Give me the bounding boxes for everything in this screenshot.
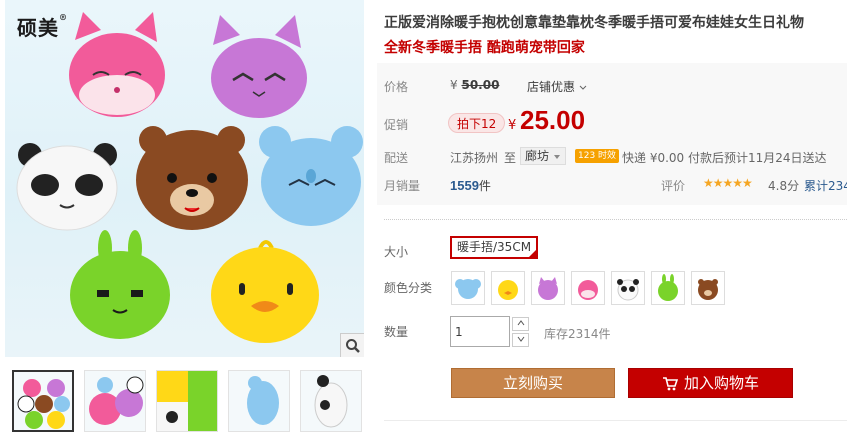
divider: [384, 219, 847, 220]
color-swatch-chick[interactable]: [491, 271, 525, 305]
thumbnail-1[interactable]: [12, 370, 74, 432]
shipping-label: 配送: [384, 151, 409, 165]
chevron-down-icon: [579, 85, 587, 90]
cart-icon: [662, 377, 679, 391]
main-product-image[interactable]: 硕美®: [5, 0, 364, 357]
original-price: ¥ 50.00: [450, 78, 500, 92]
currency-symbol: ¥: [508, 118, 517, 133]
color-swatch-green-rabbit[interactable]: [651, 271, 685, 305]
green-rabbit-plush: [70, 230, 170, 339]
quantity-increase-button[interactable]: [512, 317, 529, 331]
express-badge: 123 时效: [575, 149, 620, 163]
product-subtitle: 全新冬季暖手捂 酷跑萌宠带回家: [384, 40, 585, 56]
blue-mouse-plush: [259, 126, 363, 226]
color-label: 颜色分类: [384, 281, 433, 295]
thumbnail-2[interactable]: [84, 370, 146, 432]
color-swatch-purple-cat[interactable]: [531, 271, 565, 305]
color-swatch-pink-fox[interactable]: [571, 271, 605, 305]
chevron-down-icon: [553, 155, 560, 159]
yellow-chick-plush: [211, 240, 319, 343]
bottom-divider: [384, 420, 847, 421]
promo-price: 25.00: [520, 105, 586, 135]
promo-tag: 拍下12: [448, 113, 506, 133]
chevron-up-icon: [517, 320, 524, 326]
price-label: 价格: [384, 80, 409, 94]
rating-score: 4.8分: [768, 179, 800, 193]
rating-label: 评价: [661, 179, 686, 193]
monthly-sales-label: 月销量: [384, 179, 421, 193]
color-swatch-brown-bear[interactable]: [691, 271, 725, 305]
thumbnail-4[interactable]: [228, 370, 290, 432]
shipping-destination-select[interactable]: 廊坊: [520, 147, 566, 165]
chevron-down-icon: [517, 336, 524, 342]
stock-info: 库存2314件: [544, 327, 611, 341]
buy-now-button[interactable]: 立刻购买: [451, 368, 615, 398]
product-title: 正版爱消除暖手抱枕创意靠垫靠枕冬季暖手捂可爱布娃娃女生日礼物: [384, 15, 804, 31]
monthly-sales-count: 1559件: [450, 178, 491, 193]
promo-label: 促销: [384, 118, 409, 132]
size-label: 大小: [384, 245, 409, 259]
size-option-selected[interactable]: 暖手捂/35CM: [450, 236, 538, 259]
pink-fox-plush: [69, 12, 165, 117]
magnifier-icon: [345, 338, 360, 353]
color-swatch-panda[interactable]: [611, 271, 645, 305]
brown-bear-plush: [136, 126, 248, 230]
quantity-decrease-button[interactable]: [512, 333, 529, 347]
thumbnail-strip: [5, 362, 364, 442]
store-promo-dropdown[interactable]: 店铺优惠: [527, 78, 587, 95]
rating-total-link[interactable]: 累计234: [804, 177, 847, 194]
purple-cat-plush: [211, 15, 307, 118]
zoom-button[interactable]: [340, 333, 364, 357]
panda-plush: [16, 143, 118, 231]
shipping-to: 至: [504, 151, 517, 165]
quantity-label: 数量: [384, 325, 409, 339]
rating-stars: ★★★★★: [703, 176, 753, 190]
plush-collection-illustration: [16, 12, 363, 343]
color-swatch-elephant[interactable]: [451, 271, 485, 305]
quantity-input[interactable]: [450, 316, 510, 347]
thumbnail-5[interactable]: [300, 370, 362, 432]
shipping-info: 快递 ¥0.00 付款后预计11月24日送达: [622, 151, 827, 165]
add-to-cart-button[interactable]: 加入购物车: [628, 368, 793, 398]
shipping-origin: 江苏扬州: [450, 151, 499, 165]
thumbnail-3[interactable]: [156, 370, 218, 432]
